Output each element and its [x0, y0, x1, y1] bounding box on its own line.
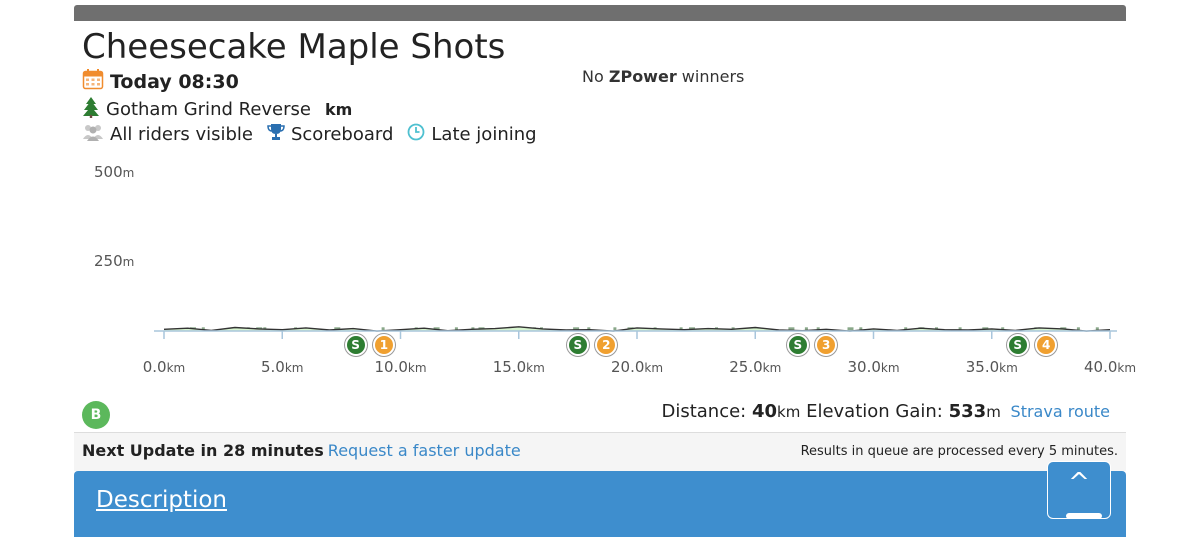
description-link[interactable]: Description: [96, 487, 227, 513]
zpower-name: ZPower: [608, 67, 677, 86]
scoreboard-label: Scoreboard: [290, 124, 394, 145]
tree-icon: [82, 96, 100, 123]
event-card: Cheesecake Maple Shots Today 08:30 Gotha…: [74, 5, 1136, 554]
x-tick-label: 10.0km: [374, 358, 427, 376]
elevation-unit: m: [986, 403, 1001, 421]
segment-marker[interactable]: 4: [1035, 334, 1058, 356]
riders-icon: [82, 122, 104, 147]
riders-visible-item: All riders visible: [82, 122, 253, 147]
route-name: Gotham Grind Reverse: [106, 99, 311, 120]
riders-visible-label: All riders visible: [110, 124, 253, 145]
x-tick-label: 5.0km: [261, 358, 304, 376]
x-tick-label: 30.0km: [847, 358, 900, 376]
scoreboard-item[interactable]: Scoreboard: [267, 123, 393, 146]
event-route-row: Gotham Grind Reverse km: [82, 96, 352, 123]
zpower-suffix: winners: [681, 67, 745, 86]
elevation-profile-chart: [154, 326, 1117, 339]
queue-note: Results in queue are processed every 5 m…: [800, 444, 1118, 459]
zpower-winners-note: No ZPower winners: [582, 67, 744, 86]
x-axis-ticks: [163, 331, 1111, 339]
sprint-marker[interactable]: S: [786, 334, 809, 356]
elevation-label: Elevation Gain:: [806, 401, 943, 422]
event-date: Today 08:30: [110, 70, 239, 93]
late-joining-item: Late joining: [407, 123, 537, 146]
event-options-row: All riders visible Scoreboard Late joini…: [82, 122, 551, 147]
scroll-to-top-underline: [1066, 513, 1102, 519]
strava-route-link[interactable]: Strava route: [1011, 402, 1110, 421]
request-faster-update-link[interactable]: Request a faster update: [328, 441, 521, 460]
sprint-marker[interactable]: S: [1006, 334, 1029, 356]
sprint-marker[interactable]: S: [566, 334, 589, 356]
card-header-bar: [74, 5, 1126, 21]
scroll-to-top-button[interactable]: ^: [1047, 461, 1111, 519]
next-update: Next Update in 28 minutes Request a faste…: [82, 441, 521, 460]
x-tick-label: 25.0km: [729, 358, 782, 376]
trophy-icon: [267, 123, 285, 146]
x-tick-label: 20.0km: [610, 358, 664, 376]
x-tick-label: 40.0km: [1083, 358, 1137, 376]
category-badge: B: [82, 401, 110, 429]
segment-marker[interactable]: 1: [372, 334, 395, 356]
description-bar: [74, 471, 1126, 537]
zpower-prefix: No: [582, 67, 604, 86]
distance-unit-label: km: [324, 100, 353, 119]
x-tick-label: 35.0km: [965, 358, 1018, 376]
elevation-value: 533: [948, 401, 987, 422]
distance-value: 40: [751, 401, 778, 422]
event-title: Cheesecake Maple Shots: [82, 27, 506, 67]
late-joining-label: Late joining: [431, 124, 537, 145]
sprint-marker[interactable]: S: [344, 334, 367, 356]
event-date-row: Today 08:30: [82, 68, 239, 95]
clock-icon: [407, 123, 425, 146]
distance-label: Distance:: [661, 401, 747, 422]
next-update-text: Next Update in 28 minutes: [82, 441, 324, 460]
distance-unit: km: [777, 403, 801, 421]
x-tick-label: 0.0km: [142, 358, 186, 376]
chevron-up-icon: ^: [1068, 468, 1090, 498]
x-tick-label: 15.0km: [492, 358, 545, 376]
calendar-icon: [82, 68, 104, 95]
route-stats: Distance: 40km Elevation Gain: 533m Stra…: [661, 401, 1110, 422]
